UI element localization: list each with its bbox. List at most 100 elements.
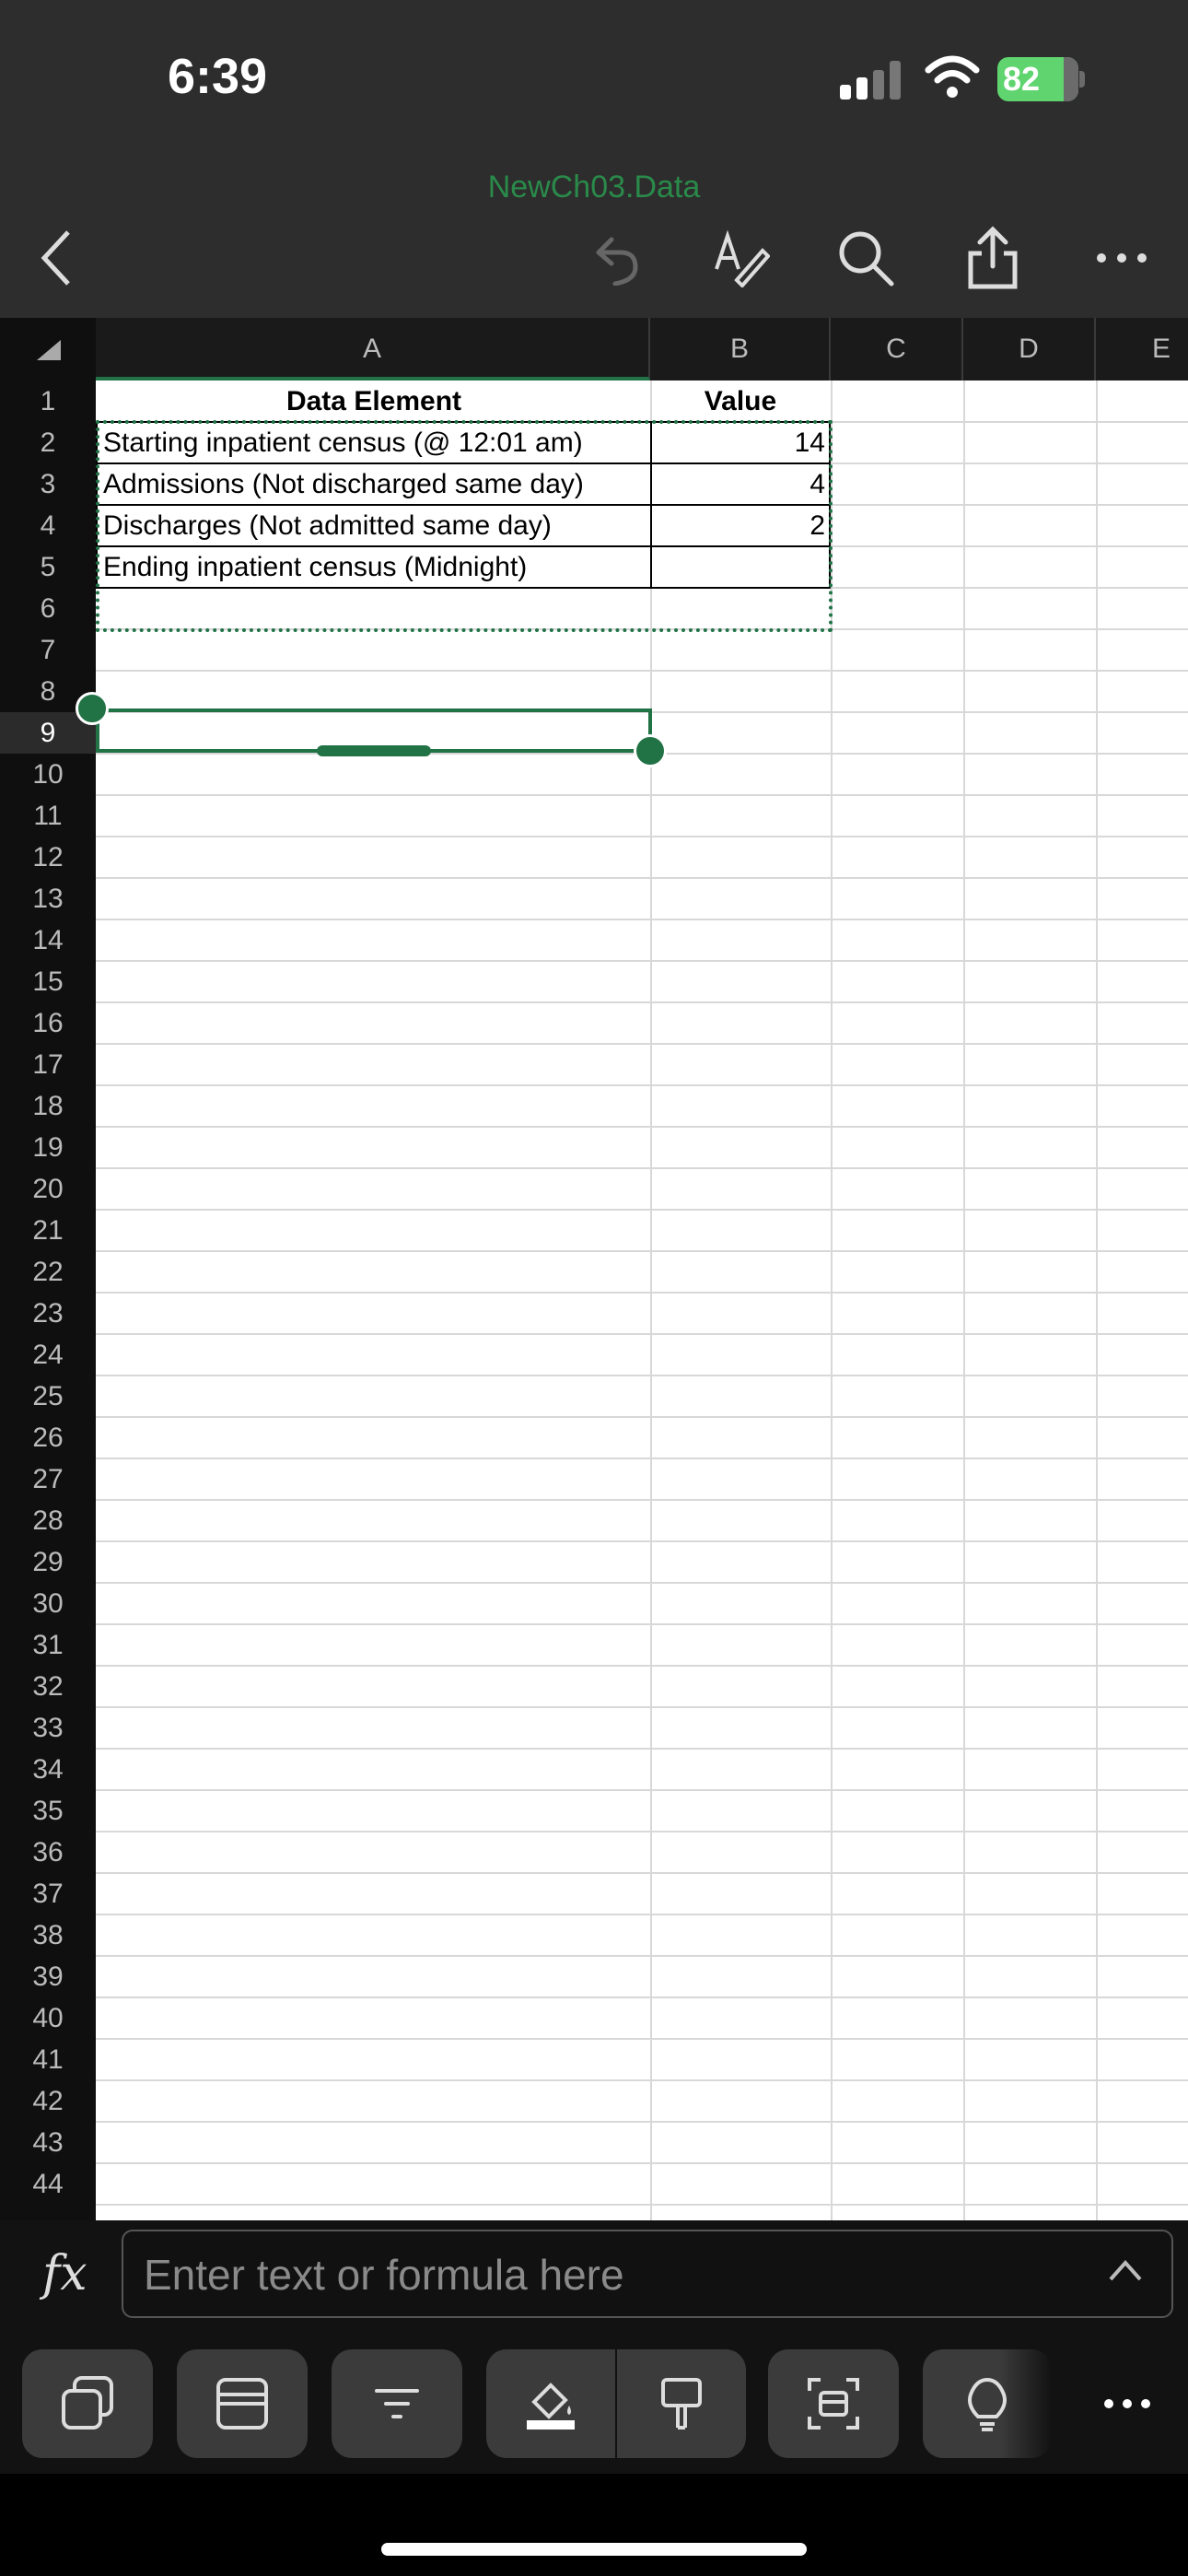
row-header-35[interactable]: 35: [0, 1790, 96, 1832]
row-header-21[interactable]: 21: [0, 1210, 96, 1251]
filter-button[interactable]: [332, 2349, 462, 2458]
selection-handle-top-left[interactable]: [76, 692, 109, 725]
row-header-5[interactable]: 5: [0, 546, 96, 588]
row-header-18[interactable]: 18: [0, 1085, 96, 1127]
select-range-button[interactable]: [768, 2349, 899, 2458]
row-gridline: [96, 1126, 1188, 1128]
top-bar: 6:39 82 NewCh03.Data: [0, 0, 1188, 318]
row-gridline: [96, 1084, 1188, 1086]
freeze-panes-icon: [216, 2378, 268, 2430]
cell-a1[interactable]: Data Element: [96, 381, 652, 422]
row-gridline: [96, 2121, 1188, 2123]
row-header-20[interactable]: 20: [0, 1168, 96, 1210]
row-header-6[interactable]: 6: [0, 588, 96, 629]
formula-input-box[interactable]: [122, 2230, 1173, 2318]
row-header-28[interactable]: 28: [0, 1500, 96, 1541]
column-gridline: [963, 381, 965, 2220]
chevron-up-icon[interactable]: [1107, 2257, 1144, 2283]
battery-cap: [1079, 71, 1085, 88]
row-header-42[interactable]: 42: [0, 2080, 96, 2122]
ideas-button[interactable]: [923, 2349, 1052, 2458]
draw-pen-icon: [715, 229, 770, 287]
column-header-e[interactable]: E: [1096, 318, 1188, 381]
back-button[interactable]: [18, 221, 92, 295]
row-header-4[interactable]: 4: [0, 505, 96, 546]
row-header-27[interactable]: 27: [0, 1458, 96, 1500]
row-header-30[interactable]: 30: [0, 1583, 96, 1624]
row-header-16[interactable]: 16: [0, 1002, 96, 1044]
row-header-15[interactable]: 15: [0, 961, 96, 1002]
home-indicator[interactable]: [381, 2543, 807, 2556]
column-header-a[interactable]: A: [96, 318, 650, 381]
share-icon: [968, 226, 1018, 289]
column-header-c[interactable]: C: [831, 318, 963, 381]
undo-icon: [596, 237, 638, 286]
selection-drag-bar[interactable]: [317, 745, 431, 756]
row-header-31[interactable]: 31: [0, 1624, 96, 1666]
row-gridline: [96, 960, 1188, 962]
cell-area[interactable]: Data Element Value Starting inpatient ce…: [76, 381, 1188, 2220]
row-header-33[interactable]: 33: [0, 1707, 96, 1749]
row-header-19[interactable]: 19: [0, 1127, 96, 1168]
format-painter-icon: [661, 2378, 702, 2430]
column-header-d[interactable]: D: [963, 318, 1096, 381]
more-tools-button[interactable]: [1100, 2385, 1155, 2422]
row-header-39[interactable]: 39: [0, 1956, 96, 1997]
row-header-3[interactable]: 3: [0, 463, 96, 505]
copy-icon: [62, 2376, 113, 2430]
row-header-44[interactable]: 44: [0, 2163, 96, 2205]
row-header-36[interactable]: 36: [0, 1832, 96, 1873]
row-gridline: [96, 1955, 1188, 1957]
copy-button[interactable]: [22, 2349, 153, 2458]
row-header-23[interactable]: 23: [0, 1293, 96, 1334]
row-gridline: [96, 2038, 1188, 2040]
row-header-7[interactable]: 7: [0, 629, 96, 671]
row-header-34[interactable]: 34: [0, 1749, 96, 1790]
selection-handle-bottom-right[interactable]: [634, 734, 667, 767]
row-header-13[interactable]: 13: [0, 878, 96, 919]
row-gridline: [96, 1665, 1188, 1667]
row-header-32[interactable]: 32: [0, 1666, 96, 1707]
undo-button[interactable]: [578, 221, 652, 295]
spreadsheet-grid[interactable]: A B C D E 1 2 3 4 5 6 7 8 9 10 11 12 13 14 15 16 17 18 19 2…: [0, 318, 1188, 2220]
row-header-2[interactable]: 2: [0, 422, 96, 463]
row-gridline: [96, 919, 1188, 920]
row-header-12[interactable]: 12: [0, 837, 96, 878]
wifi-icon: [925, 55, 980, 98]
row-header-38[interactable]: 38: [0, 1914, 96, 1956]
fill-color-button[interactable]: [486, 2349, 615, 2458]
function-icon[interactable]: fx: [42, 2246, 87, 2301]
row-gridline: [96, 1250, 1188, 1252]
row-header-10[interactable]: 10: [0, 754, 96, 795]
format-painter-button[interactable]: [617, 2349, 746, 2458]
row-header-26[interactable]: 26: [0, 1417, 96, 1458]
column-header-b[interactable]: B: [650, 318, 831, 381]
row-header-14[interactable]: 14: [0, 919, 96, 961]
document-title[interactable]: NewCh03.Data: [0, 170, 1188, 205]
row-header-37[interactable]: 37: [0, 1873, 96, 1914]
column-header-bar: A B C D E: [0, 318, 1188, 381]
battery-icon: 82: [997, 57, 1078, 101]
row-header-22[interactable]: 22: [0, 1251, 96, 1293]
row-header-24[interactable]: 24: [0, 1334, 96, 1376]
more-options-button[interactable]: [1085, 221, 1159, 295]
ideas-lightbulb-icon: [968, 2377, 1007, 2431]
cell-b1[interactable]: Value: [650, 381, 831, 422]
select-all-corner[interactable]: [0, 318, 96, 381]
freeze-panes-button[interactable]: [177, 2349, 308, 2458]
draw-button[interactable]: [704, 221, 777, 295]
formula-input[interactable]: [142, 2241, 1066, 2309]
row-header-25[interactable]: 25: [0, 1376, 96, 1417]
share-button[interactable]: [956, 221, 1030, 295]
row-header-40[interactable]: 40: [0, 1997, 96, 2039]
row-gridline: [96, 1540, 1188, 1542]
row-header-11[interactable]: 11: [0, 795, 96, 837]
row-header-17[interactable]: 17: [0, 1044, 96, 1085]
row-header-43[interactable]: 43: [0, 2122, 96, 2163]
row-header-1[interactable]: 1: [0, 381, 96, 422]
search-button[interactable]: [829, 221, 903, 295]
row-gridline: [96, 1914, 1188, 1915]
row-header-29[interactable]: 29: [0, 1541, 96, 1583]
row-header-41[interactable]: 41: [0, 2039, 96, 2080]
row-gridline: [96, 794, 1188, 796]
